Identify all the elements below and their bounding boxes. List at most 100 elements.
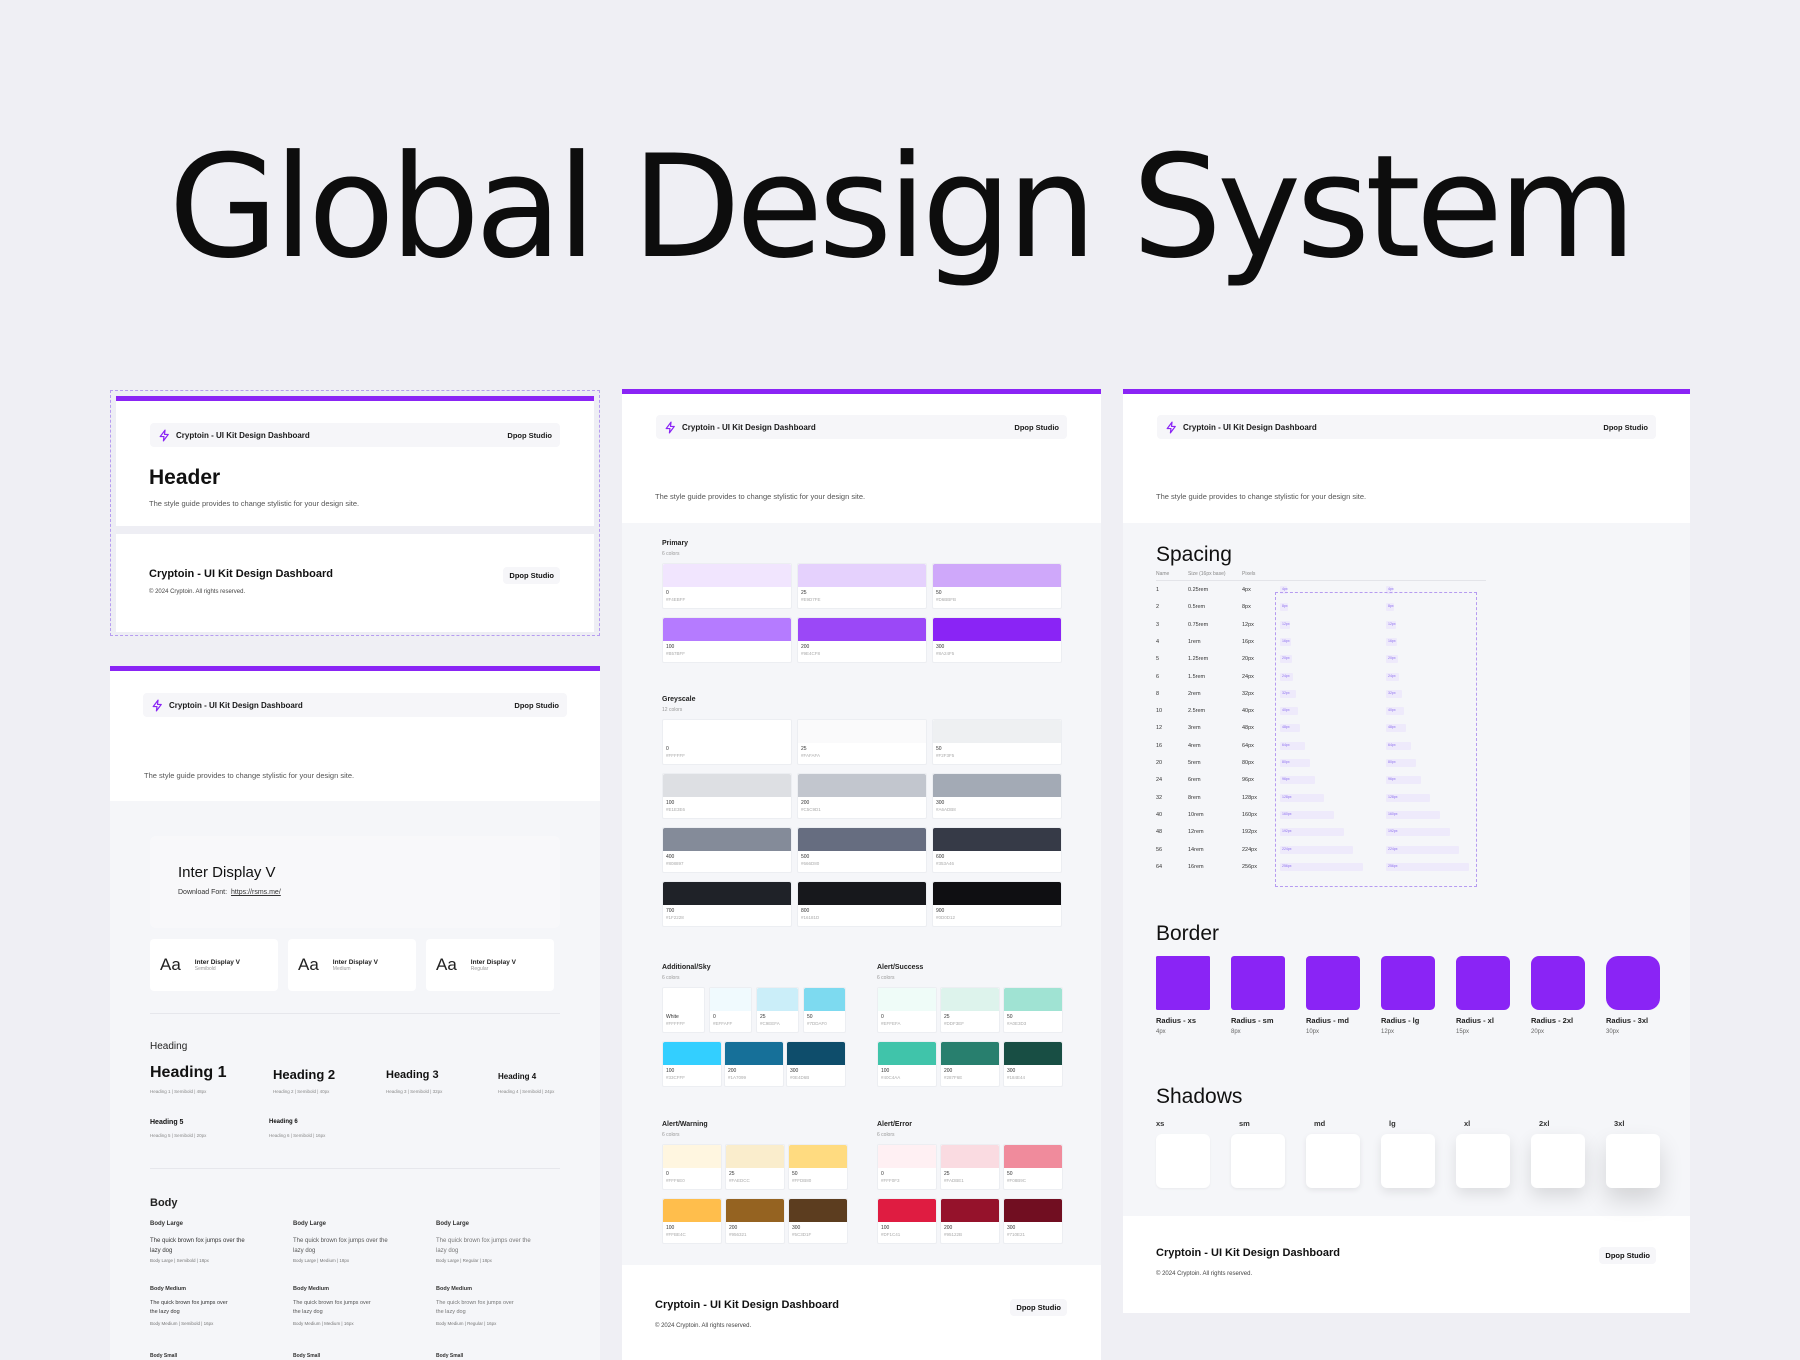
page-title: Global Design System <box>168 125 1636 290</box>
color-swatch[interactable]: 0 #FFF6E0 <box>662 1144 722 1190</box>
color-swatch[interactable]: 50 #F2F3F5 <box>932 719 1062 765</box>
swatch-name: 50 <box>936 590 942 596</box>
font-sample-name: Inter Display V <box>470 958 516 966</box>
brand-name[interactable]: Cryptoin - UI Kit Design Dashboard <box>1183 423 1317 432</box>
shadow-swatch <box>1606 1134 1660 1188</box>
spacing-name: 6 <box>1156 673 1160 680</box>
spacing-name: 10 <box>1156 708 1163 715</box>
spacing-title: Spacing <box>1156 543 1232 566</box>
swatch-name: 25 <box>944 1171 950 1177</box>
color-swatch[interactable]: 300 #A6ADB8 <box>932 773 1062 819</box>
studio-link[interactable]: Dpop Studio <box>514 701 559 710</box>
color-swatch[interactable]: 100 #40C4AA <box>877 1041 937 1087</box>
color-swatch[interactable]: 25 #FAEDCC <box>725 1144 785 1190</box>
swatch-name: 0 <box>713 1014 716 1020</box>
color-swatch[interactable]: 25 #E9D7FE <box>797 563 927 609</box>
spacing-name: 5 <box>1156 656 1160 663</box>
swatch-name: 25 <box>729 1171 735 1177</box>
body-small-label: Body Small <box>436 1353 464 1359</box>
color-swatch[interactable]: 25 #FAFAFA <box>797 719 927 765</box>
top-nav: Cryptoin - UI Kit Design Dashboard Dpop … <box>656 415 1067 439</box>
shadow-label: md <box>1314 1119 1326 1128</box>
bolt-icon <box>1165 421 1178 434</box>
studio-link[interactable]: Dpop Studio <box>1603 423 1648 432</box>
studio-link[interactable]: Dpop Studio <box>507 431 552 440</box>
heading-5-sample: Heading 5 <box>150 1119 184 1126</box>
color-swatch[interactable]: 0 #FFFFFF <box>662 719 792 765</box>
color-swatch[interactable]: 200 #C5C9D1 <box>797 773 927 819</box>
swatch-hex: #956321 <box>729 1232 747 1237</box>
color-swatch[interactable]: 200 #9E4CF8 <box>797 617 927 663</box>
spacing-footer-studio[interactable]: Dpop Studio <box>1599 1247 1656 1264</box>
color-swatch[interactable]: 100 #FFBE4C <box>662 1198 722 1244</box>
color-swatch[interactable]: 100 #DF1C41 <box>877 1198 937 1244</box>
shadow-label: 2xl <box>1539 1119 1550 1128</box>
color-swatch[interactable]: 200 #956321 <box>725 1198 785 1244</box>
heading-4-meta: Heading 4 | Semibold | 24px <box>498 1089 555 1094</box>
color-swatch[interactable]: 300 #184E44 <box>1003 1041 1063 1087</box>
font-weight-card: Aa Inter Display V Semibold <box>150 939 278 991</box>
color-swatch[interactable]: 0 #F4EBFF <box>662 563 792 609</box>
spacing-name: 8 <box>1156 690 1160 697</box>
color-swatch[interactable]: 50 #FFDB80 <box>788 1144 848 1190</box>
color-swatch[interactable]: 25 #C9EEFA <box>756 987 799 1033</box>
swatch-color <box>933 828 1061 851</box>
color-swatch[interactable]: 25 #DDF3EF <box>940 987 1000 1033</box>
shadow-label: lg <box>1389 1119 1396 1128</box>
swatch-hex: #FADBE1 <box>944 1178 964 1183</box>
color-swatch[interactable]: 0 #EFFAFF <box>709 987 752 1033</box>
color-swatch[interactable]: 100 #B57BFF <box>662 617 792 663</box>
body-large-label: Body Large <box>150 1221 184 1227</box>
colors-footer-studio[interactable]: Dpop Studio <box>1010 1299 1067 1316</box>
color-swatch[interactable]: 50 #A0E3D3 <box>1003 987 1063 1033</box>
color-swatch[interactable]: 0 #FFF0F3 <box>877 1144 937 1190</box>
color-swatch[interactable]: 800 #16181D <box>797 881 927 927</box>
swatch-hex: #DDF3EF <box>944 1021 965 1026</box>
color-swatch[interactable]: 100 #E1E3E6 <box>662 773 792 819</box>
color-swatch[interactable]: 50 #7DDAF0 <box>803 987 846 1033</box>
color-swatch[interactable]: 500 #666D80 <box>797 827 927 873</box>
color-swatch[interactable]: 900 #0D0D12 <box>932 881 1062 927</box>
accent-bar <box>1123 389 1690 394</box>
color-swatch[interactable]: 700 #1F2228 <box>662 881 792 927</box>
swatch-name: 300 <box>1007 1068 1016 1074</box>
font-sample-weight: Medium <box>332 965 351 972</box>
color-swatch[interactable]: 300 #8A24F5 <box>932 617 1062 663</box>
color-swatch[interactable]: 25 #FADBE1 <box>940 1144 1000 1190</box>
color-swatch[interactable]: 0 #EFFEFA <box>877 987 937 1033</box>
color-swatch[interactable]: 50 #F08B9C <box>1003 1144 1063 1190</box>
swatch-hex: #287F6E <box>944 1075 963 1080</box>
spacing-col-pixels: Pixels <box>1242 571 1256 577</box>
brand-name[interactable]: Cryptoin - UI Kit Design Dashboard <box>169 701 303 710</box>
color-swatch[interactable]: 200 #1A7099 <box>724 1041 784 1087</box>
radius-swatch <box>1231 956 1285 1010</box>
radius-label: Radius - 2xl <box>1531 1016 1574 1025</box>
color-swatch[interactable]: 200 #287F6E <box>940 1041 1000 1087</box>
color-swatch[interactable]: 300 #0E4D6B <box>786 1041 846 1087</box>
color-swatch[interactable]: 50 #D6BBFB <box>932 563 1062 609</box>
shadow-swatch <box>1381 1134 1435 1188</box>
brand-name[interactable]: Cryptoin - UI Kit Design Dashboard <box>176 431 310 440</box>
color-swatch[interactable]: 300 #710E21 <box>1003 1198 1063 1244</box>
spacing-size: 4rem <box>1188 742 1201 749</box>
radius-label: Radius - sm <box>1231 1016 1274 1025</box>
brand-name[interactable]: Cryptoin - UI Kit Design Dashboard <box>682 423 816 432</box>
error-title: Alert/Error <box>877 1121 913 1128</box>
colors-desc: The style guide provides to change styli… <box>655 492 866 501</box>
radius-label: Radius - xs <box>1156 1016 1197 1025</box>
color-swatch[interactable]: 300 #5C3D1F <box>788 1198 848 1244</box>
swatch-color <box>798 564 926 587</box>
body-large-meta: Body Large | Semibold | 18px <box>150 1258 209 1263</box>
footer-studio-badge[interactable]: Dpop Studio <box>503 567 560 584</box>
studio-link[interactable]: Dpop Studio <box>1014 423 1059 432</box>
color-swatch[interactable]: 100 #33CFFF <box>662 1041 722 1087</box>
heading-6-sample: Heading 6 <box>269 1119 298 1125</box>
color-swatch[interactable]: 600 #353A46 <box>932 827 1062 873</box>
font-download-link[interactable]: https://rsms.me/ <box>231 889 281 896</box>
swatch-name: 100 <box>666 800 675 806</box>
color-swatch[interactable]: 400 #808897 <box>662 827 792 873</box>
color-swatch[interactable]: White #FFFFFF <box>662 987 705 1033</box>
color-swatch[interactable]: 200 #95122B <box>940 1198 1000 1244</box>
warning-count: 6 colors <box>662 1132 680 1138</box>
top-nav: Cryptoin - UI Kit Design Dashboard Dpop … <box>143 693 567 717</box>
